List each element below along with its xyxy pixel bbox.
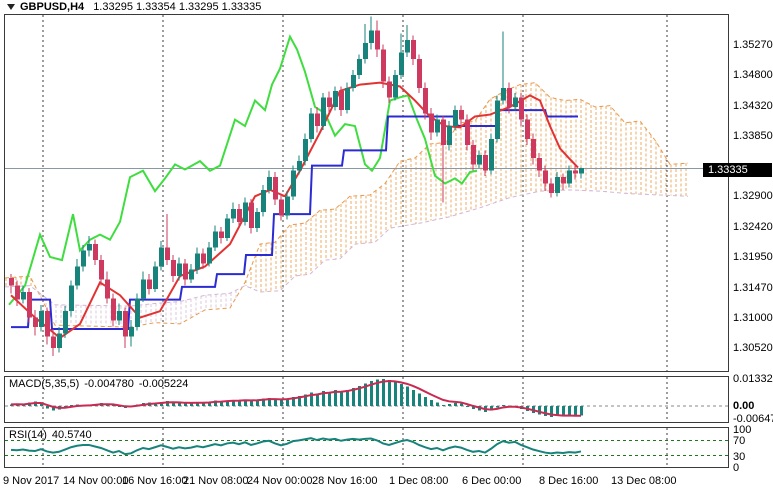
price-axis-label: 1.31000 [733,312,773,324]
mt4-chart-window: { "window": { "symbol_title": "GBPUSD,H4… [0,0,773,495]
macd-axis[interactable]: 0.0133280.00-0.006477 [731,376,773,423]
symbol-dropdown-icon [7,4,15,10]
symbol-timeframe-label: GBPUSD,H4 [20,1,84,13]
time-axis-label: 28 Nov 16:00 [312,475,377,487]
rsi-label: RSI(14)40.5740 [9,429,92,441]
chart-title: GBPUSD,H4 1.33295 1.33354 1.33295 1.3333… [7,1,261,13]
rsi-axis-label: 70 [733,435,745,447]
rsi-panel: RSI(14)40.5740 [4,427,729,468]
price-axis-label: 1.35270 [733,39,773,51]
price-axis-label: 1.31950 [733,251,773,263]
ohlc-values: 1.33295 1.33354 1.33295 1.33335 [93,1,261,13]
macd-value-main: -0.004780 [84,378,134,390]
macd-axis-label: 0.00 [733,400,754,412]
time-axis-label: 8 Dec 16:00 [539,475,598,487]
price-chart-panel [4,14,729,372]
time-axis-label: 6 Dec 00:00 [462,475,521,487]
rsi-value: 40.5740 [52,429,92,441]
price-axis-label: 1.34320 [733,100,773,112]
price-axis-label: 1.34800 [733,69,773,81]
price-chart-canvas[interactable] [5,15,728,371]
rsi-axis-label: 30 [733,451,745,463]
price-axis-label: 1.31470 [733,282,773,294]
price-axis[interactable]: 1.35270 1.34800 1.34320 1.33850 1.32900 1.324… [731,0,773,372]
time-axis-label: 13 Dec 08:00 [611,475,676,487]
time-axis[interactable]: 9 Nov 2017 14 Nov 00:0016 Nov 16:0021 Nov… [0,471,773,491]
price-axis-label: 1.30520 [733,342,773,354]
time-axis-label: 24 Nov 00:00 [247,475,312,487]
macd-panel: MACD(5,35,5)-0.004780-0.005224 [4,376,729,423]
time-axis-label: 1 Dec 08:00 [389,475,448,487]
rsi-axis-label: 100 [733,424,751,436]
rsi-canvas[interactable] [5,428,728,467]
macd-value-signal: -0.005224 [139,378,189,390]
time-axis-label: 14 Nov 00:00 [63,475,128,487]
rsi-axis[interactable]: 10070300 [731,427,773,468]
price-axis-label: 1.32900 [733,190,773,202]
time-axis-label: 21 Nov 08:00 [183,475,248,487]
current-price-tag: 1.33335 [703,163,772,177]
price-axis-label: 1.32420 [733,221,773,233]
price-axis-label: 1.33850 [733,130,773,142]
macd-label: MACD(5,35,5)-0.004780-0.005224 [9,378,188,390]
time-axis-label: 16 Nov 16:00 [122,475,187,487]
macd-axis-label: 0.013328 [733,373,773,385]
time-axis-label: 9 Nov 2017 [3,475,59,487]
